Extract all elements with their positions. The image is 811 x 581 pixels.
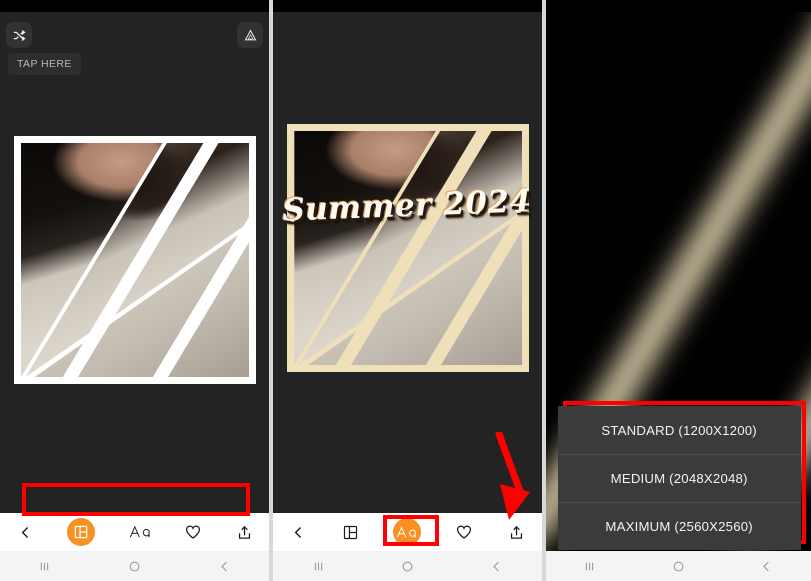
recents-bars-icon (41, 562, 49, 570)
text-button[interactable] (129, 524, 151, 540)
grid-layout-icon (343, 525, 357, 539)
highlight-text-tab (383, 515, 439, 546)
system-nav-bar-2 (273, 551, 542, 581)
status-bar (0, 0, 270, 12)
share-button[interactable] (508, 524, 525, 541)
export-option-medium[interactable]: MEDIUM (2048X2048) (557, 454, 801, 502)
export-option-maximum[interactable]: MAXIMUM (2560X2560) (557, 502, 801, 550)
favorite-button[interactable] (184, 523, 202, 541)
share-button[interactable] (236, 524, 253, 541)
layout-button[interactable] (342, 524, 359, 541)
home-button[interactable] (671, 559, 686, 574)
grid-layout-icon (74, 525, 88, 539)
home-button[interactable] (127, 559, 142, 574)
recents-bars-icon (314, 562, 322, 570)
recents-button[interactable] (311, 559, 326, 574)
share-upload-icon (510, 525, 522, 539)
home-button[interactable] (400, 559, 415, 574)
home-circle-icon (402, 561, 413, 571)
aspect-ratio-button[interactable] (237, 22, 264, 48)
home-circle-icon (129, 561, 140, 571)
favorite-button[interactable] (455, 523, 473, 541)
export-option-standard[interactable]: STANDARD (1200X1200) (558, 406, 801, 454)
chevron-left-icon (21, 526, 28, 538)
highlight-frame-tools (22, 483, 250, 516)
back-chevron-icon (763, 561, 770, 571)
text-aa-icon (129, 525, 150, 538)
heart-icon (457, 525, 472, 539)
three-panel-screenshot: TAP HERE Summer 2024 STANDARD (1200X1200… (0, 0, 811, 581)
red-arrow-annotation (495, 432, 530, 520)
chevron-left-icon (295, 526, 302, 538)
layout-button[interactable] (67, 518, 96, 546)
editor-canvas-area: TAP HERE (0, 12, 270, 513)
back-chevron-icon (493, 561, 500, 571)
system-back-button[interactable] (489, 559, 504, 574)
shuffle-button[interactable] (6, 22, 32, 48)
panel-export-dialog-screen: STANDARD (1200X1200) MEDIUM (2048X2048) … (545, 0, 811, 581)
export-quality-dialog: STANDARD (1200X1200) MEDIUM (2048X2048) … (557, 406, 801, 550)
status-bar-2 (273, 0, 542, 12)
shuffle-icon (13, 29, 26, 41)
collage-preview-2[interactable] (287, 124, 530, 372)
back-button[interactable] (290, 524, 307, 541)
triangle-ratio-icon (244, 28, 257, 40)
recents-button[interactable] (582, 559, 597, 574)
recents-button[interactable] (37, 559, 52, 574)
share-upload-icon (238, 525, 250, 539)
editor-top-bar: TAP HERE (0, 12, 269, 75)
status-bar-3 (545, 0, 811, 12)
home-circle-icon (673, 561, 684, 571)
tap-here-hint: TAP HERE (8, 53, 81, 75)
heart-icon (186, 525, 201, 539)
system-back-button[interactable] (217, 559, 232, 574)
back-chevron-icon (221, 561, 227, 571)
system-back-button[interactable] (759, 559, 774, 574)
system-nav-bar-3 (545, 551, 811, 581)
main-action-bar (0, 513, 270, 551)
recents-bars-icon (586, 562, 594, 570)
system-nav-bar (0, 551, 270, 581)
back-button[interactable] (17, 524, 34, 541)
collage-preview[interactable] (14, 136, 256, 384)
